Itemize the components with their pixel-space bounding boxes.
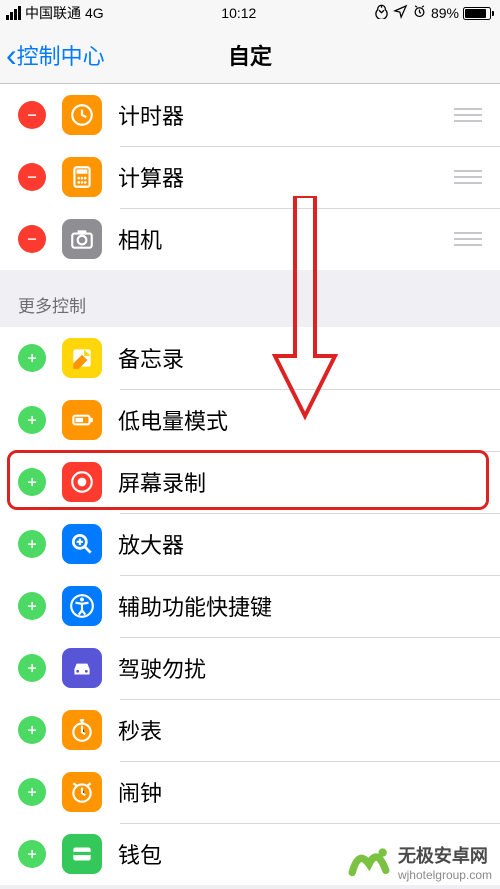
control-row-accessibility[interactable]: 辅助功能快捷键 bbox=[0, 575, 500, 637]
add-button[interactable] bbox=[18, 592, 46, 620]
page-title: 自定 bbox=[228, 39, 272, 71]
driving-icon bbox=[62, 648, 102, 688]
carrier-label: 中国联通 bbox=[25, 3, 81, 23]
control-row-notes[interactable]: 备忘录 bbox=[0, 327, 500, 389]
add-button[interactable] bbox=[18, 344, 46, 372]
stopwatch-icon bbox=[62, 710, 102, 750]
add-button[interactable] bbox=[18, 468, 46, 496]
watermark-url: wjhotelgroup.com bbox=[398, 868, 492, 882]
notes-icon bbox=[62, 338, 102, 378]
watermark: 无极安卓网 wjhotelgroup.com bbox=[348, 841, 492, 883]
control-row-calculator[interactable]: 计算器 bbox=[0, 146, 500, 208]
alarm-indicator-icon bbox=[412, 4, 427, 22]
back-button[interactable]: ‹ 控制中心 bbox=[6, 39, 105, 71]
status-bar: 中国联通 4G 10:12 89% bbox=[0, 0, 500, 26]
lowpower-icon bbox=[62, 400, 102, 440]
control-row-driving[interactable]: 驾驶勿扰 bbox=[0, 637, 500, 699]
alarm-icon bbox=[62, 772, 102, 812]
magnifier-icon bbox=[62, 524, 102, 564]
nav-bar: ‹ 控制中心 自定 bbox=[0, 26, 500, 84]
control-label: 备忘录 bbox=[118, 342, 482, 374]
location-icon bbox=[393, 4, 408, 22]
control-label: 低电量模式 bbox=[118, 404, 482, 436]
add-button[interactable] bbox=[18, 654, 46, 682]
control-row-alarm[interactable]: 闹钟 bbox=[0, 761, 500, 823]
signal-icon bbox=[6, 6, 21, 20]
remove-button[interactable] bbox=[18, 163, 46, 191]
control-row-record[interactable]: 屏幕录制 bbox=[0, 451, 500, 513]
included-list: 计时器计算器相机 bbox=[0, 84, 500, 270]
control-label: 屏幕录制 bbox=[118, 466, 482, 498]
battery-pct: 89% bbox=[431, 5, 459, 21]
remove-button[interactable] bbox=[18, 225, 46, 253]
control-label: 秒表 bbox=[118, 714, 482, 746]
control-row-magnifier[interactable]: 放大器 bbox=[0, 513, 500, 575]
control-label: 闹钟 bbox=[118, 776, 482, 808]
back-label: 控制中心 bbox=[17, 39, 105, 71]
control-label: 计算器 bbox=[118, 161, 454, 193]
camera-icon bbox=[62, 219, 102, 259]
chevron-left-icon: ‹ bbox=[6, 39, 17, 71]
accessibility-icon bbox=[62, 586, 102, 626]
drag-handle-icon[interactable] bbox=[454, 108, 482, 122]
drag-handle-icon[interactable] bbox=[454, 170, 482, 184]
control-row-stopwatch[interactable]: 秒表 bbox=[0, 699, 500, 761]
network-label: 4G bbox=[85, 5, 104, 21]
more-controls-header: 更多控制 bbox=[0, 270, 500, 327]
lock-icon bbox=[374, 4, 389, 22]
add-button[interactable] bbox=[18, 778, 46, 806]
watermark-title: 无极安卓网 bbox=[398, 842, 492, 868]
control-label: 辅助功能快捷键 bbox=[118, 590, 482, 622]
control-label: 驾驶勿扰 bbox=[118, 652, 482, 684]
battery-icon bbox=[463, 7, 494, 20]
control-label: 相机 bbox=[118, 223, 454, 255]
control-row-timer[interactable]: 计时器 bbox=[0, 84, 500, 146]
control-row-lowpower[interactable]: 低电量模式 bbox=[0, 389, 500, 451]
control-label: 放大器 bbox=[118, 528, 482, 560]
timer-icon bbox=[62, 95, 102, 135]
record-icon bbox=[62, 462, 102, 502]
wallet-icon bbox=[62, 834, 102, 874]
remove-button[interactable] bbox=[18, 101, 46, 129]
add-button[interactable] bbox=[18, 406, 46, 434]
control-row-camera[interactable]: 相机 bbox=[0, 208, 500, 270]
more-list: 备忘录低电量模式屏幕录制放大器辅助功能快捷键驾驶勿扰秒表闹钟钱包 bbox=[0, 327, 500, 885]
add-button[interactable] bbox=[18, 530, 46, 558]
control-label: 计时器 bbox=[118, 99, 454, 131]
watermark-logo-icon bbox=[348, 841, 390, 883]
add-button[interactable] bbox=[18, 840, 46, 868]
status-time: 10:12 bbox=[221, 5, 256, 21]
add-button[interactable] bbox=[18, 716, 46, 744]
drag-handle-icon[interactable] bbox=[454, 232, 482, 246]
calculator-icon bbox=[62, 157, 102, 197]
